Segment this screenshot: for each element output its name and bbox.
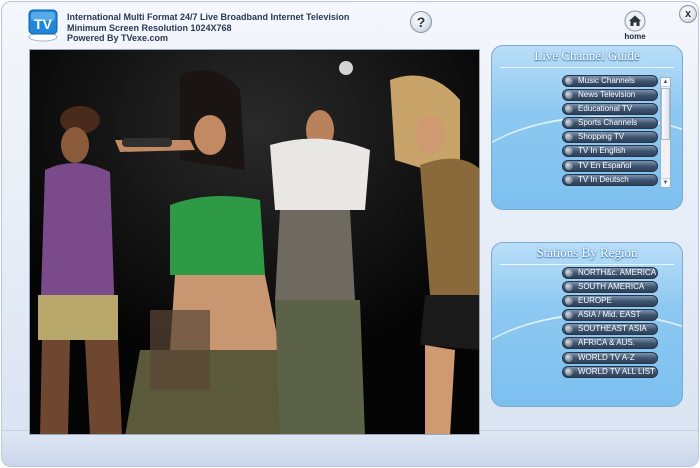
bullet-icon [565, 339, 573, 348]
scroll-down-arrow-icon[interactable]: ▼ [661, 178, 670, 187]
bullet-icon [565, 283, 573, 292]
close-button[interactable]: x [679, 5, 697, 23]
tv-logo-icon: TV [26, 8, 60, 42]
bullet-icon [565, 77, 573, 85]
stations-by-region-title: Stations By Region [536, 245, 638, 260]
guide-item-sports-channels[interactable]: Sports Channels [562, 117, 658, 130]
bullet-icon [565, 105, 573, 114]
bullet-icon [565, 325, 573, 334]
guide-item-tv-in-deutsch[interactable]: TV In Deutsch [562, 173, 658, 186]
guide-item-music-channels[interactable]: Music Channels [562, 75, 658, 87]
region-list: NORTH&c. AMERICA SOUTH AMERICA EUROPE AS… [562, 267, 658, 380]
region-item-north-america[interactable]: NORTH&c. AMERICA [562, 267, 658, 279]
scroll-up-arrow-icon[interactable]: ▲ [661, 78, 670, 87]
bullet-icon [565, 119, 573, 128]
region-item-south-america[interactable]: SOUTH AMERICA [562, 281, 658, 294]
question-icon: ? [416, 14, 426, 30]
help-button[interactable]: ? [410, 11, 432, 33]
bullet-icon [565, 367, 573, 376]
region-item-southeast-asia[interactable]: SOUTHEAST ASIA [562, 323, 658, 336]
video-player[interactable] [29, 49, 480, 435]
bullet-icon [565, 297, 573, 306]
close-icon: x [684, 7, 692, 20]
channel-guide-list: Music Channels News Television Education… [562, 75, 658, 188]
home-button[interactable]: home [622, 10, 648, 42]
region-item-asia-mid-east[interactable]: ASIA / Mid. EAST [562, 309, 658, 322]
guide-item-news-television[interactable]: News Television [562, 89, 658, 102]
scroll-thumb[interactable] [661, 88, 670, 140]
guide-item-shopping-tv[interactable]: Shopping TV [562, 131, 658, 144]
bullet-icon [565, 353, 573, 362]
home-label: home [624, 32, 646, 41]
logo-text: TV [34, 16, 53, 32]
bullet-icon [565, 311, 573, 320]
bullet-icon [565, 133, 573, 142]
guide-item-educational-tv[interactable]: Educational TV [562, 103, 658, 116]
guide-item-tv-in-english[interactable]: TV In English [562, 145, 658, 158]
bullet-icon [565, 175, 573, 184]
header-powered-by: Powered By TVexe.com [67, 33, 169, 43]
region-item-europe[interactable]: EUROPE [562, 295, 658, 308]
bullet-icon [565, 269, 573, 277]
region-item-world-tv-all-list[interactable]: WORLD TV ALL LIST [562, 365, 658, 378]
header-info: International Multi Format 24/7 Live Bro… [67, 12, 349, 44]
bottom-band [2, 430, 698, 466]
header-resolution: Minimum Screen Resolution 1024X768 [67, 22, 232, 33]
home-icon [624, 10, 646, 32]
video-frame-image [30, 50, 479, 434]
region-item-world-tv-a-z[interactable]: WORLD TV A-Z [562, 351, 658, 364]
bullet-icon [565, 161, 573, 170]
region-item-africa-aus[interactable]: AFRICA & AUS. [562, 337, 658, 350]
app-window: TV International Multi Format 24/7 Live … [1, 1, 699, 467]
bullet-icon [565, 91, 573, 100]
channel-guide-scrollbar[interactable]: ▲ ▼ [660, 77, 671, 188]
header-title: International Multi Format 24/7 Live Bro… [67, 12, 350, 22]
live-channel-guide-title: Live Channel Guide [534, 48, 640, 63]
bullet-icon [565, 147, 573, 156]
guide-item-tv-en-espanol[interactable]: TV En Español [562, 159, 658, 172]
